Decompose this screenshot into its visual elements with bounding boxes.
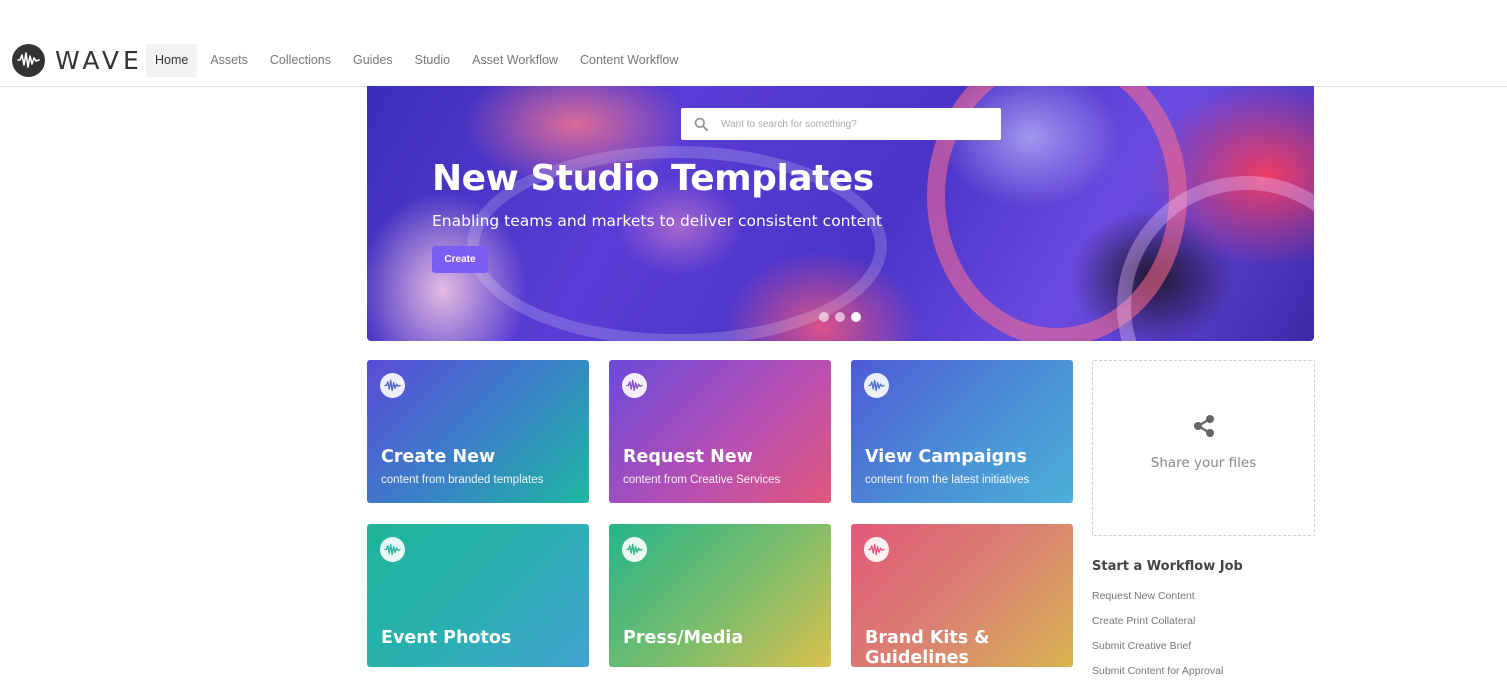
tile-subtitle: content from Creative Services (623, 474, 781, 486)
workflow-heading: Start a Workflow Job (1092, 559, 1243, 574)
hero-title: New Studio Templates (432, 158, 874, 199)
search-icon (681, 108, 721, 140)
hero-banner: New Studio Templates Enabling teams and … (367, 86, 1314, 341)
tile-title: Request New (623, 447, 753, 467)
wave-logo-icon (12, 43, 45, 77)
create-button[interactable]: Create (432, 246, 488, 273)
wave-icon (864, 373, 889, 398)
tile-press-media[interactable]: Press/Media (609, 524, 831, 667)
tile-create-new[interactable]: Create New content from branded template… (367, 360, 589, 503)
nav-item-content-workflow[interactable]: Content Workflow (571, 44, 687, 77)
carousel-dot[interactable] (835, 312, 845, 322)
share-files-dropzone[interactable]: Share your files (1092, 360, 1315, 536)
share-icon (1192, 414, 1216, 443)
tile-request-new[interactable]: Request New content from Creative Servic… (609, 360, 831, 503)
logo-text: WAVE (55, 45, 143, 75)
tile-brand-kits-guidelines[interactable]: Brand Kits & Guidelines (851, 524, 1073, 667)
workflow-link[interactable]: Request New Content (1092, 589, 1223, 614)
wave-logo[interactable]: WAVE (12, 43, 143, 77)
hero-subtitle: Enabling teams and markets to deliver co… (432, 212, 883, 230)
nav-item-assets[interactable]: Assets (201, 44, 257, 77)
tile-title: Brand Kits & Guidelines (865, 628, 990, 667)
tile-subtitle: content from branded templates (381, 474, 544, 486)
tile-event-photos[interactable]: Event Photos (367, 524, 589, 667)
workflow-link[interactable]: Submit Content for Approval (1092, 664, 1223, 687)
wave-icon (380, 373, 405, 398)
wave-icon (864, 537, 889, 562)
wave-icon (380, 537, 405, 562)
nav-item-studio[interactable]: Studio (406, 44, 459, 77)
tile-view-campaigns[interactable]: View Campaigns content from the latest i… (851, 360, 1073, 503)
carousel-indicators (819, 312, 861, 322)
nav-item-home[interactable]: Home (146, 44, 198, 77)
main-nav: Home Assets Collections Guides Studio As… (146, 44, 691, 77)
tile-title: Event Photos (381, 628, 512, 648)
workflow-list: Request New Content Create Print Collate… (1092, 589, 1223, 687)
share-label: Share your files (1150, 454, 1257, 471)
top-navigation-bar: WAVE Home Assets Collections Guides Stud… (0, 0, 1507, 87)
wave-icon (622, 373, 647, 398)
tile-title: Create New (381, 447, 496, 467)
tile-title: Press/Media (623, 628, 744, 648)
nav-item-collections[interactable]: Collections (261, 44, 340, 77)
carousel-dot[interactable] (819, 312, 829, 322)
tile-subtitle: content from the latest initiatives (865, 474, 1030, 486)
search-input[interactable] (721, 109, 991, 139)
carousel-dot-active[interactable] (851, 312, 861, 322)
wave-icon (622, 537, 647, 562)
workflow-link[interactable]: Create Print Collateral (1092, 614, 1223, 639)
search-bar (681, 108, 1001, 140)
tile-title: View Campaigns (865, 447, 1027, 467)
nav-item-asset-workflow[interactable]: Asset Workflow (463, 44, 567, 77)
workflow-link[interactable]: Submit Creative Brief (1092, 639, 1223, 664)
nav-item-guides[interactable]: Guides (344, 44, 402, 77)
